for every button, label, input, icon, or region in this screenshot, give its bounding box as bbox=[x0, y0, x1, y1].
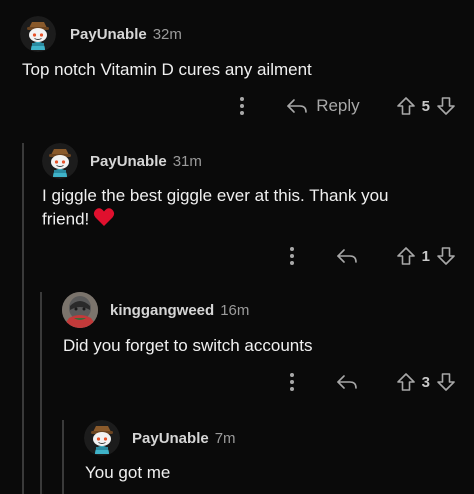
timestamp: 31m bbox=[172, 152, 202, 170]
downvote-icon bbox=[436, 96, 456, 116]
more-options-icon bbox=[239, 96, 245, 116]
snoo-avatar-icon bbox=[20, 16, 56, 52]
comment-text: Top notch Vitamin D cures any ailment bbox=[22, 60, 312, 79]
more-options-button[interactable] bbox=[282, 246, 302, 266]
avatar[interactable] bbox=[42, 143, 78, 179]
comment-header: PayUnable 32m bbox=[20, 16, 182, 52]
comment-text-line-2: friend! bbox=[42, 207, 389, 233]
more-options-icon bbox=[289, 372, 295, 392]
thread-line[interactable] bbox=[22, 143, 24, 494]
upvote-button[interactable] bbox=[396, 372, 416, 392]
timestamp: 7m bbox=[214, 429, 236, 447]
comment-header: kinggangweed 16m bbox=[62, 292, 249, 328]
comment-text-word: friend! bbox=[42, 209, 90, 229]
downvote-icon bbox=[436, 246, 456, 266]
comment-text: You got me bbox=[85, 463, 171, 482]
upvote-icon bbox=[396, 246, 416, 266]
vote-count: 1 bbox=[421, 247, 430, 265]
upvote-icon bbox=[396, 96, 416, 116]
username[interactable]: kinggangweed bbox=[110, 302, 214, 319]
comment-text: I giggle the best giggle ever at this. T… bbox=[42, 184, 389, 233]
username[interactable]: PayUnable bbox=[70, 26, 147, 43]
reply-arrow-icon bbox=[336, 374, 358, 390]
reply-arrow-icon bbox=[336, 248, 358, 264]
downvote-button[interactable] bbox=[436, 96, 456, 116]
downvote-button[interactable] bbox=[436, 246, 456, 266]
vote-count: 5 bbox=[421, 97, 430, 115]
timestamp: 16m bbox=[220, 301, 250, 319]
username[interactable]: PayUnable bbox=[132, 430, 209, 447]
comment-actions: 1 bbox=[282, 241, 456, 271]
reply-arrow-icon bbox=[286, 98, 308, 114]
comment-header: PayUnable 31m bbox=[42, 143, 202, 179]
upvote-icon bbox=[396, 372, 416, 392]
avatar[interactable] bbox=[84, 420, 120, 456]
vote-count: 3 bbox=[421, 373, 430, 391]
thread-line[interactable] bbox=[62, 420, 64, 494]
upvote-button[interactable] bbox=[396, 96, 416, 116]
avatar[interactable] bbox=[20, 16, 56, 52]
reply-label: Reply bbox=[316, 96, 360, 115]
comment-actions: Reply 5 bbox=[232, 91, 456, 121]
thread-line[interactable] bbox=[40, 292, 42, 494]
comment-text-line: I giggle the best giggle ever at this. T… bbox=[42, 186, 389, 205]
downvote-button[interactable] bbox=[436, 372, 456, 392]
timestamp: 32m bbox=[152, 25, 182, 43]
upvote-button[interactable] bbox=[396, 246, 416, 266]
snoo-avatar-icon bbox=[84, 420, 120, 456]
more-options-button[interactable] bbox=[232, 96, 252, 116]
user-avatar-icon bbox=[62, 292, 98, 328]
comment-text: Did you forget to switch accounts bbox=[63, 336, 313, 355]
downvote-icon bbox=[436, 372, 456, 392]
comment-header: PayUnable 7m bbox=[84, 420, 236, 456]
reply-button[interactable] bbox=[336, 248, 358, 264]
more-options-icon bbox=[289, 246, 295, 266]
avatar[interactable] bbox=[62, 292, 98, 328]
more-options-button[interactable] bbox=[282, 372, 302, 392]
reply-button[interactable] bbox=[336, 374, 358, 390]
reply-button[interactable]: Reply bbox=[286, 96, 360, 116]
snoo-avatar-icon bbox=[42, 143, 78, 179]
comment-actions: 3 bbox=[282, 367, 456, 397]
heart-emoji-icon bbox=[93, 207, 115, 233]
username[interactable]: PayUnable bbox=[90, 153, 167, 170]
